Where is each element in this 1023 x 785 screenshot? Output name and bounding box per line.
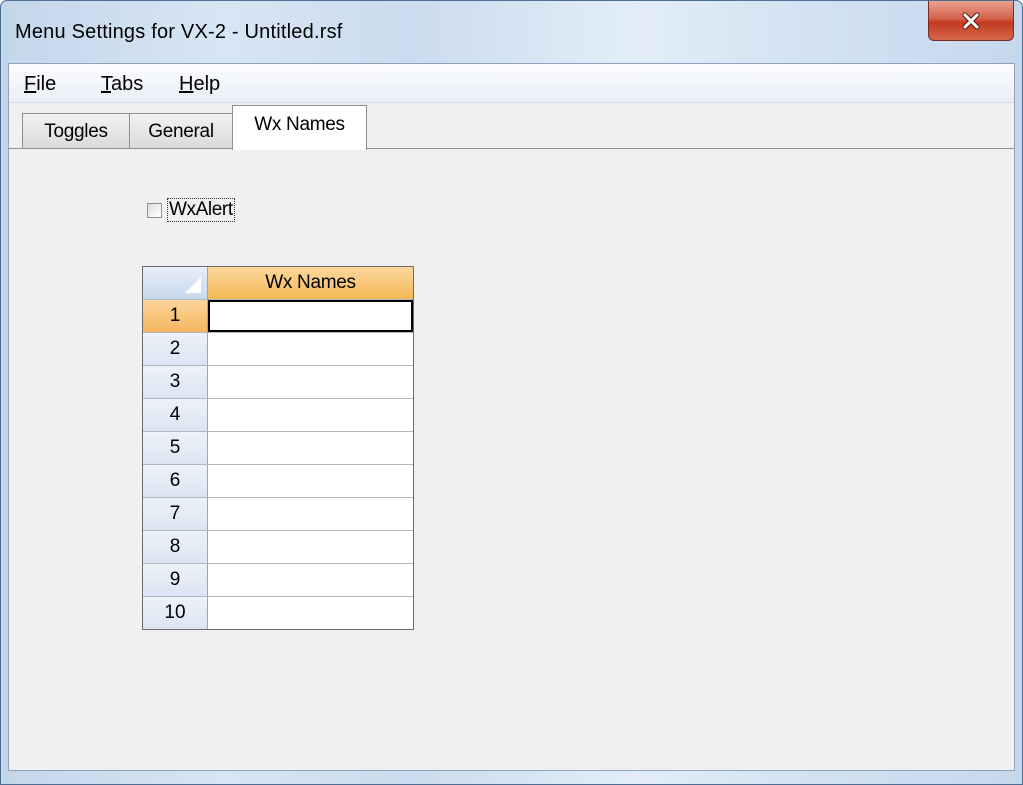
row-header[interactable]: 1 — [143, 300, 208, 332]
wxalert-checkbox[interactable] — [147, 202, 162, 218]
row-header[interactable]: 6 — [143, 465, 208, 497]
menu-bar: File Tabs Help — [9, 64, 1014, 103]
menu-file[interactable]: File — [21, 73, 59, 96]
grid-header-row: Wx Names — [143, 267, 413, 299]
window-title: Menu Settings for VX-2 - Untitled.rsf — [15, 21, 343, 43]
table-row: 10 — [143, 596, 413, 629]
wx-name-cell[interactable] — [208, 399, 413, 431]
wx-names-panel: WxAlert Wx Names 1 2 3 4 5 6 7 8 9 10 — [9, 148, 1014, 751]
row-header[interactable]: 2 — [143, 333, 208, 365]
menu-help[interactable]: Help — [176, 73, 223, 96]
wx-name-cell[interactable] — [208, 300, 413, 332]
table-row: 4 — [143, 398, 413, 431]
row-header[interactable]: 4 — [143, 399, 208, 431]
settings-window: Menu Settings for VX-2 - Untitled.rsf Fi… — [0, 0, 1023, 785]
tab-general[interactable]: General — [129, 113, 233, 149]
table-row: 1 — [143, 299, 413, 332]
row-header[interactable]: 8 — [143, 531, 208, 563]
wx-name-cell[interactable] — [208, 531, 413, 563]
wx-name-cell[interactable] — [208, 498, 413, 530]
row-header[interactable]: 5 — [143, 432, 208, 464]
menu-tabs-label: abs — [111, 73, 144, 95]
table-row: 2 — [143, 332, 413, 365]
wx-name-cell[interactable] — [208, 432, 413, 464]
wxalert-label[interactable]: WxAlert — [167, 198, 235, 222]
row-header[interactable]: 3 — [143, 366, 208, 398]
select-all-corner[interactable] — [143, 267, 208, 299]
table-row: 6 — [143, 464, 413, 497]
row-header[interactable]: 9 — [143, 564, 208, 596]
tab-toggles[interactable]: Toggles — [22, 113, 130, 149]
menu-file-mnemonic: F — [24, 73, 37, 95]
menu-file-label: ile — [36, 73, 57, 95]
column-header-wx-names[interactable]: Wx Names — [208, 267, 413, 299]
row-header[interactable]: 7 — [143, 498, 208, 530]
table-row: 7 — [143, 497, 413, 530]
close-button[interactable] — [928, 1, 1014, 41]
table-row: 5 — [143, 431, 413, 464]
menu-help-mnemonic: H — [179, 73, 194, 95]
table-row: 8 — [143, 530, 413, 563]
wxalert-checkbox-row[interactable]: WxAlert — [147, 198, 235, 222]
wx-name-cell[interactable] — [208, 366, 413, 398]
close-icon — [962, 12, 980, 29]
wx-names-grid: Wx Names 1 2 3 4 5 6 7 8 9 10 — [142, 266, 414, 630]
wx-name-cell[interactable] — [208, 465, 413, 497]
wx-name-cell[interactable] — [208, 564, 413, 596]
title-bar[interactable]: Menu Settings for VX-2 - Untitled.rsf — [1, 1, 1022, 63]
row-header[interactable]: 10 — [143, 597, 208, 629]
corner-triangle-icon — [185, 277, 201, 293]
client-area: File Tabs Help Toggles General Wx Names … — [8, 63, 1015, 771]
menu-tabs[interactable]: Tabs — [98, 73, 146, 96]
wx-name-cell[interactable] — [208, 333, 413, 365]
table-row: 3 — [143, 365, 413, 398]
wx-name-cell[interactable] — [208, 597, 413, 629]
table-row: 9 — [143, 563, 413, 596]
menu-tabs-mnemonic: T — [101, 73, 111, 95]
tab-strip: Toggles General Wx Names — [9, 103, 1014, 150]
tab-wx-names[interactable]: Wx Names — [232, 105, 367, 150]
menu-help-label: elp — [193, 73, 221, 95]
